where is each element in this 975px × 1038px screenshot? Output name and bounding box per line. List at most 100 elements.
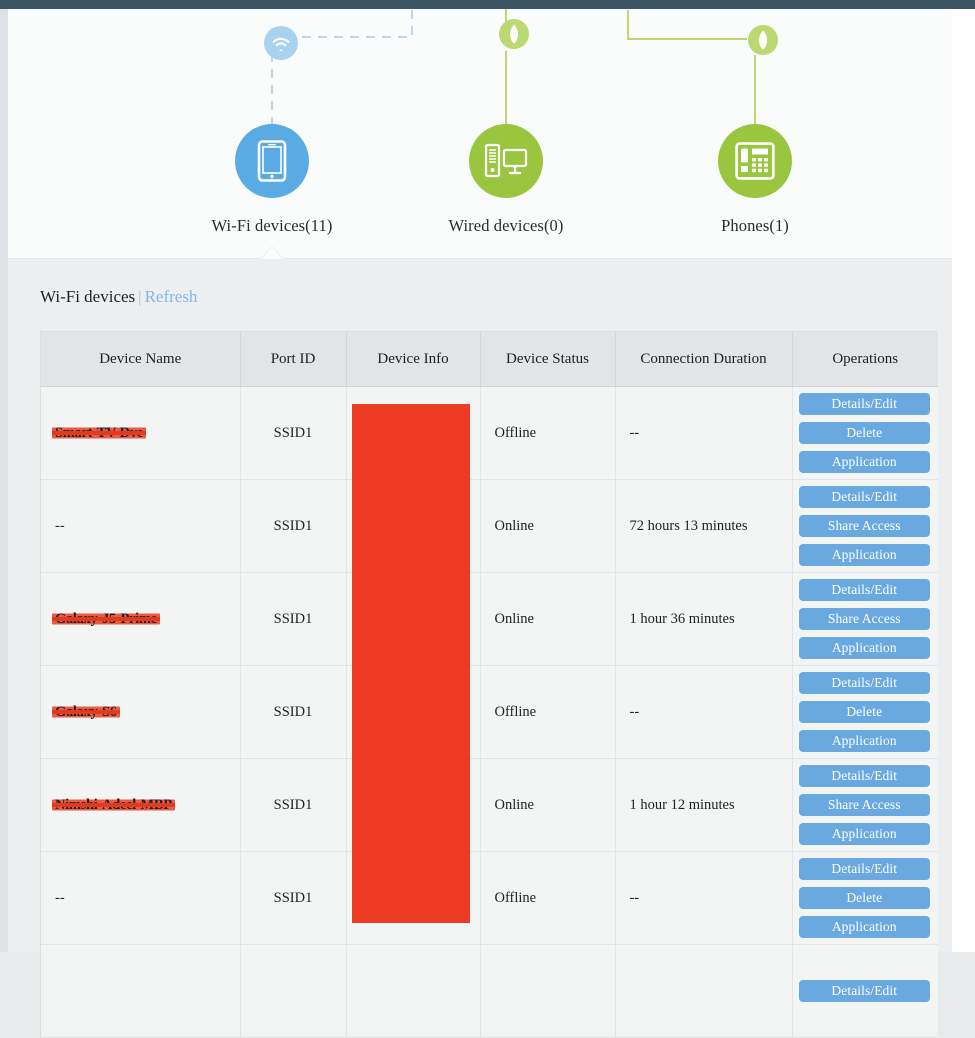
cell-device-status: Offline <box>480 665 616 759</box>
wifi-devices-label: Wi-Fi devices(11) <box>211 216 333 235</box>
button-details-edit[interactable]: Details/Edit <box>798 486 930 508</box>
cell-port-id-text: SSID1 <box>273 889 313 906</box>
column-header-port-id: Port ID <box>240 332 347 387</box>
topology-node-wifi-devices[interactable]: Wi-Fi devices(11) <box>192 124 352 236</box>
cell-port-id: SSID1 <box>240 479 347 573</box>
operations-stack: Details/Edit Delete Application <box>798 388 930 478</box>
cell-device-status: Online <box>480 572 616 666</box>
cell-device-status: Offline <box>480 386 616 480</box>
cell-device-status-text: Online <box>494 796 534 813</box>
cell-device-status: Online <box>480 479 616 573</box>
column-header-connection-duration: Connection Duration <box>615 332 793 387</box>
device-name-redacted: Nimshi-Adeel-MBP <box>55 797 172 814</box>
topology-node-wired-devices[interactable]: Wired devices(0) <box>426 124 586 236</box>
network-topology-panel: Wi-Fi devices(11) Wired devices(0) Phone… <box>8 9 952 259</box>
device-name-text: -- <box>55 517 65 534</box>
topology-node-phones[interactable]: Phones(1) <box>675 124 835 236</box>
device-name-text: -- <box>55 889 65 906</box>
table-body: Smart-TV-Dve SSID1 Offline -- Details/Edit De… <box>41 386 938 1038</box>
cell-operations: Details/Edit Share Access Application <box>792 572 938 666</box>
operations-stack: Details/Edit Share Access Application <box>798 760 930 850</box>
cell-operations: Details/Edit Delete Application <box>792 386 938 480</box>
cell-connection-duration: -- <box>615 386 793 480</box>
table-row: Smart-TV-Dve SSID1 Offline -- Details/Edit De… <box>41 386 938 480</box>
operations-stack: Details/Edit Delete Application <box>798 853 930 943</box>
wifi-devices-circle <box>235 124 309 198</box>
button-application[interactable]: Application <box>798 637 930 659</box>
plug-icon <box>510 24 518 44</box>
button-details-edit[interactable]: Details/Edit <box>798 980 930 1002</box>
cell-connection-duration: -- <box>615 851 793 945</box>
phones-circle <box>718 124 792 198</box>
button-delete[interactable]: Delete <box>798 701 930 723</box>
cell-connection-duration-text: -- <box>629 703 640 720</box>
cell-device-status-text: Offline <box>494 703 537 720</box>
cell-device-status-text: Online <box>494 610 534 627</box>
phone-plug-badge <box>748 25 778 55</box>
cell-port-id-text: SSID1 <box>273 796 313 813</box>
button-application[interactable]: Application <box>798 451 930 473</box>
operations-stack: Details/Edit <box>798 975 930 1007</box>
wifi-badge <box>264 26 298 60</box>
page-root: Wi-Fi devices(11) Wired devices(0) Phone… <box>0 0 975 1038</box>
cell-device-name: Nimshi-Adeel-MBP <box>41 758 241 852</box>
button-share-access[interactable]: Share Access <box>798 608 930 630</box>
desktop-icon <box>484 143 528 178</box>
table-row: Details/Edit <box>41 944 938 1038</box>
button-share-access[interactable]: Share Access <box>798 794 930 816</box>
cell-device-name: -- <box>41 479 241 573</box>
column-header-device-name: Device Name <box>41 332 241 387</box>
device-name-text: Smart-TV-Dve <box>55 424 143 441</box>
cell-port-id-text: SSID1 <box>273 703 313 720</box>
wired-devices-circle <box>469 124 543 198</box>
table-row: Galaxy-S6 SSID1 Offline -- Details/Edit Delet… <box>41 665 938 759</box>
section-header: Wi-Fi devices | Refresh <box>40 287 197 307</box>
cell-connection-duration-text: 72 hours 13 minutes <box>629 517 748 534</box>
cell-connection-duration: -- <box>615 665 793 759</box>
device-name-text: Galaxy-S6 <box>55 703 117 720</box>
button-details-edit[interactable]: Details/Edit <box>798 858 930 880</box>
button-delete[interactable]: Delete <box>798 887 930 909</box>
button-application[interactable]: Application <box>798 916 930 938</box>
button-share-access[interactable]: Share Access <box>798 515 930 537</box>
cell-port-id: SSID1 <box>240 386 347 480</box>
cell-port-id-text: SSID1 <box>273 517 313 534</box>
operations-stack: Details/Edit Share Access Application <box>798 481 930 571</box>
column-header-operations: Operations <box>792 332 938 387</box>
button-details-edit[interactable]: Details/Edit <box>798 672 930 694</box>
table-row: -- SSID1 Online 72 hours 13 minutes Details/… <box>41 479 938 573</box>
button-details-edit[interactable]: Details/Edit <box>798 579 930 601</box>
cell-connection-duration-text: -- <box>629 424 640 441</box>
button-application[interactable]: Application <box>798 730 930 752</box>
device-name-redacted: Galaxy-S6 <box>55 704 117 721</box>
wifi-icon <box>272 37 290 51</box>
section-title-text: Wi-Fi devices <box>40 287 136 306</box>
button-details-edit[interactable]: Details/Edit <box>798 765 930 787</box>
table-row: -- SSID1 Offline -- Details/Edit Delete Applic… <box>41 851 938 945</box>
refresh-link[interactable]: Refresh <box>145 287 198 306</box>
device-name-text: Galaxy-J5-Prime <box>55 610 157 627</box>
button-application[interactable]: Application <box>798 823 930 845</box>
section-separator: | <box>138 287 142 306</box>
cell-operations: Details/Edit Share Access Application <box>792 479 938 573</box>
button-delete[interactable]: Delete <box>798 422 930 444</box>
deskphone-icon <box>735 142 775 180</box>
table-row: Galaxy-J5-Prime SSID1 Online 1 hour 36 minu… <box>41 572 938 666</box>
operations-stack: Details/Edit Share Access Application <box>798 574 930 664</box>
button-details-edit[interactable]: Details/Edit <box>798 393 930 415</box>
button-application[interactable]: Application <box>798 544 930 566</box>
cell-connection-duration: 72 hours 13 minutes <box>615 479 793 573</box>
cell-connection-duration-text: 1 hour 12 minutes <box>629 796 735 813</box>
cell-port-id: SSID1 <box>240 665 347 759</box>
wifi-devices-section: Wi-Fi devices | Refresh Device Name Port I… <box>8 266 952 1038</box>
cell-connection-duration: 1 hour 36 minutes <box>615 572 793 666</box>
table-row: Nimshi-Adeel-MBP SSID1 Online 1 hour 12 min… <box>41 758 938 852</box>
cell-connection-duration-text: 1 hour 36 minutes <box>629 610 735 627</box>
cell-connection-duration: 1 hour 12 minutes <box>615 758 793 852</box>
right-gutter <box>952 9 975 952</box>
cell-operations: Details/Edit Delete Application <box>792 851 938 945</box>
cell-port-id-text: SSID1 <box>273 424 313 441</box>
cell-device-status-text: Offline <box>494 889 537 906</box>
cell-connection-duration <box>615 944 793 1038</box>
cell-port-id: SSID1 <box>240 851 347 945</box>
